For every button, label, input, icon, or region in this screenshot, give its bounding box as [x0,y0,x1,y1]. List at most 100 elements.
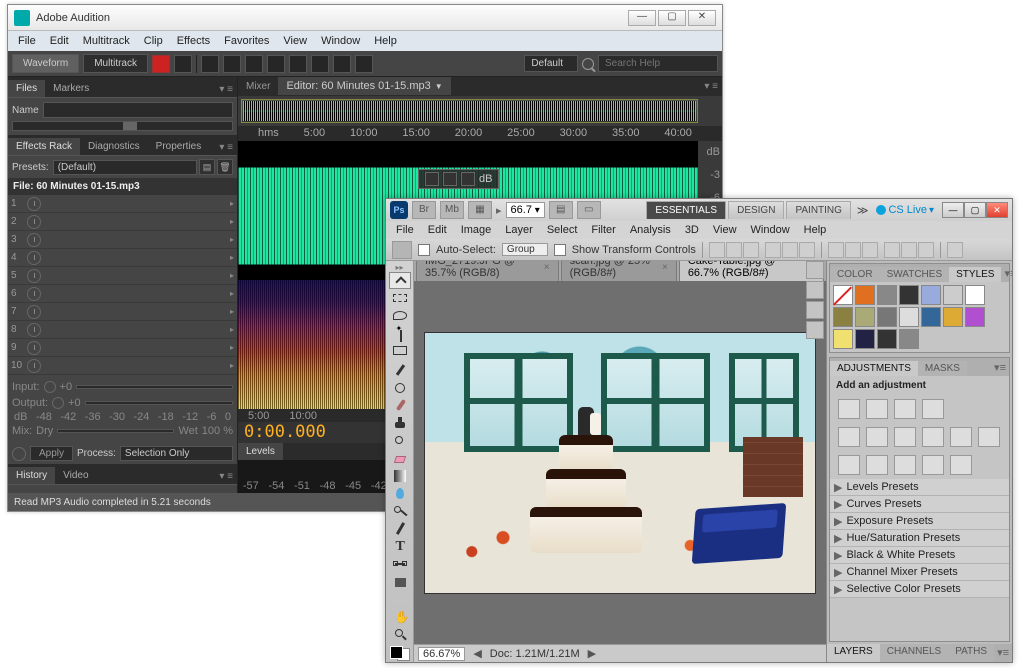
document-tab[interactable]: scan.jpg @ 25% (RGB/8#)× [561,261,677,281]
brush-tool[interactable] [389,395,411,412]
style-swatch[interactable] [899,307,919,327]
presets-dropdown[interactable]: (Default) [53,160,197,175]
preset-delete-icon[interactable]: 🗑 [217,159,233,175]
marquee-tool[interactable] [389,290,411,307]
layers-tab[interactable]: LAYERS [827,644,880,662]
input-fader[interactable] [76,385,233,389]
mixer-tab[interactable]: Mixer [238,78,278,95]
distribute-icon[interactable] [862,242,878,258]
style-swatch[interactable] [833,307,853,327]
fx-slot[interactable]: 1▸ [8,195,237,213]
bw-icon[interactable] [922,427,944,447]
menu-analysis[interactable]: Analysis [624,223,677,237]
auto-select-checkbox[interactable] [418,244,430,256]
style-swatch[interactable] [899,329,919,349]
fx-slot[interactable]: 8▸ [8,321,237,339]
distribute-icon[interactable] [918,242,934,258]
mode-waveform[interactable]: Waveform [12,54,79,73]
preset-item[interactable]: ▶Channel Mixer Presets [830,564,1009,581]
style-swatch[interactable] [877,307,897,327]
distribute-icon[interactable] [845,242,861,258]
style-swatch[interactable] [833,329,853,349]
menu-view[interactable]: View [277,33,313,49]
spectral-display-icon[interactable] [152,55,170,73]
magic-wand-tool[interactable] [389,325,411,342]
style-swatch[interactable] [943,285,963,305]
style-swatch[interactable] [943,307,963,327]
lasso-tool[interactable] [389,307,411,324]
channels-tab[interactable]: CHANNELS [880,644,948,662]
menu-help[interactable]: Help [368,33,403,49]
styles-tab[interactable]: STYLES [949,267,1001,282]
menu-3d[interactable]: 3D [679,223,705,237]
menu-help[interactable]: Help [798,223,833,237]
preset-item[interactable]: ▶Hue/Saturation Presets [830,530,1009,547]
panel-menu-icon[interactable]: ▾ ≡ [700,79,722,94]
hud-icon[interactable] [443,172,457,186]
show-transform-checkbox[interactable] [554,244,566,256]
zoom-readout[interactable]: 66.67% [418,647,465,661]
panel-menu-icon[interactable]: ▾≡ [991,359,1009,376]
properties-tab[interactable]: Properties [148,138,210,155]
gradient-tool[interactable] [389,465,411,482]
photo-filter-icon[interactable] [950,427,972,447]
tool-razor-icon[interactable] [223,55,241,73]
overview-navigator[interactable] [241,99,698,123]
style-swatch[interactable] [921,307,941,327]
preset-item[interactable]: ▶Black & White Presets [830,547,1009,564]
menu-view[interactable]: View [707,223,743,237]
maximize-button[interactable]: ▢ [658,10,686,26]
swatches-tab[interactable]: SWATCHES [880,267,950,282]
distribute-icon[interactable] [901,242,917,258]
zoom-value[interactable]: 66.7 ▾ [506,202,545,218]
help-search-input[interactable] [598,55,718,72]
close-tab-icon[interactable]: × [544,262,550,273]
fx-slot[interactable]: 3▸ [8,231,237,249]
history-panel-icon[interactable] [806,261,824,279]
menu-filter[interactable]: Filter [585,223,621,237]
curves-icon[interactable] [894,399,916,419]
fx-slot[interactable]: 10▸ [8,357,237,375]
adjustments-tab[interactable]: ADJUSTMENTS [830,361,918,376]
style-swatch[interactable] [965,307,985,327]
menu-file[interactable]: File [12,33,42,49]
hud-overlay[interactable]: dB [418,169,499,189]
color-swatches[interactable] [389,645,411,662]
collapse-icon[interactable]: ▸▸ [395,263,403,271]
fx-slot[interactable]: 4▸ [8,249,237,267]
close-button[interactable]: ✕ [986,202,1008,218]
minimize-button[interactable]: — [628,10,656,26]
posterize-icon[interactable] [866,455,888,475]
actions-panel-icon[interactable] [806,281,824,299]
threshold-icon[interactable] [894,455,916,475]
menu-window[interactable]: Window [315,33,366,49]
style-swatch[interactable] [855,285,875,305]
masks-tab[interactable]: MASKS [918,361,967,376]
menu-edit[interactable]: Edit [44,33,75,49]
fx-slot[interactable]: 5▸ [8,267,237,285]
3d-tool[interactable] [389,588,411,605]
workspace-painting[interactable]: PAINTING [786,201,850,219]
hud-icon[interactable] [425,172,439,186]
style-swatch[interactable] [899,285,919,305]
mix-slider[interactable] [57,429,174,433]
screenmode-icon[interactable]: ▭ [577,201,601,219]
tool-icon[interactable] [174,55,192,73]
history-tab[interactable]: History [8,467,55,484]
levels-icon[interactable] [866,399,888,419]
preset-item[interactable]: ▶Curves Presets [830,496,1009,513]
output-fader[interactable] [85,401,233,405]
panel-menu-icon[interactable]: ▾ ≡ [215,82,237,97]
active-tool-icon[interactable] [392,241,412,259]
more-workspaces-icon[interactable]: ≫ [853,204,873,217]
effects-rack-tab[interactable]: Effects Rack [8,138,80,155]
menu-image[interactable]: Image [455,223,498,237]
align-top-icon[interactable] [709,242,725,258]
rectangle-tool[interactable] [389,571,411,588]
menu-multitrack[interactable]: Multitrack [77,33,136,49]
audition-titlebar[interactable]: Adobe Audition — ▢ ✕ [8,5,722,31]
fx-slot[interactable]: 7▸ [8,303,237,321]
preset-item[interactable]: ▶Exposure Presets [830,513,1009,530]
minimize-button[interactable]: — [942,202,964,218]
style-swatch[interactable] [833,285,853,305]
